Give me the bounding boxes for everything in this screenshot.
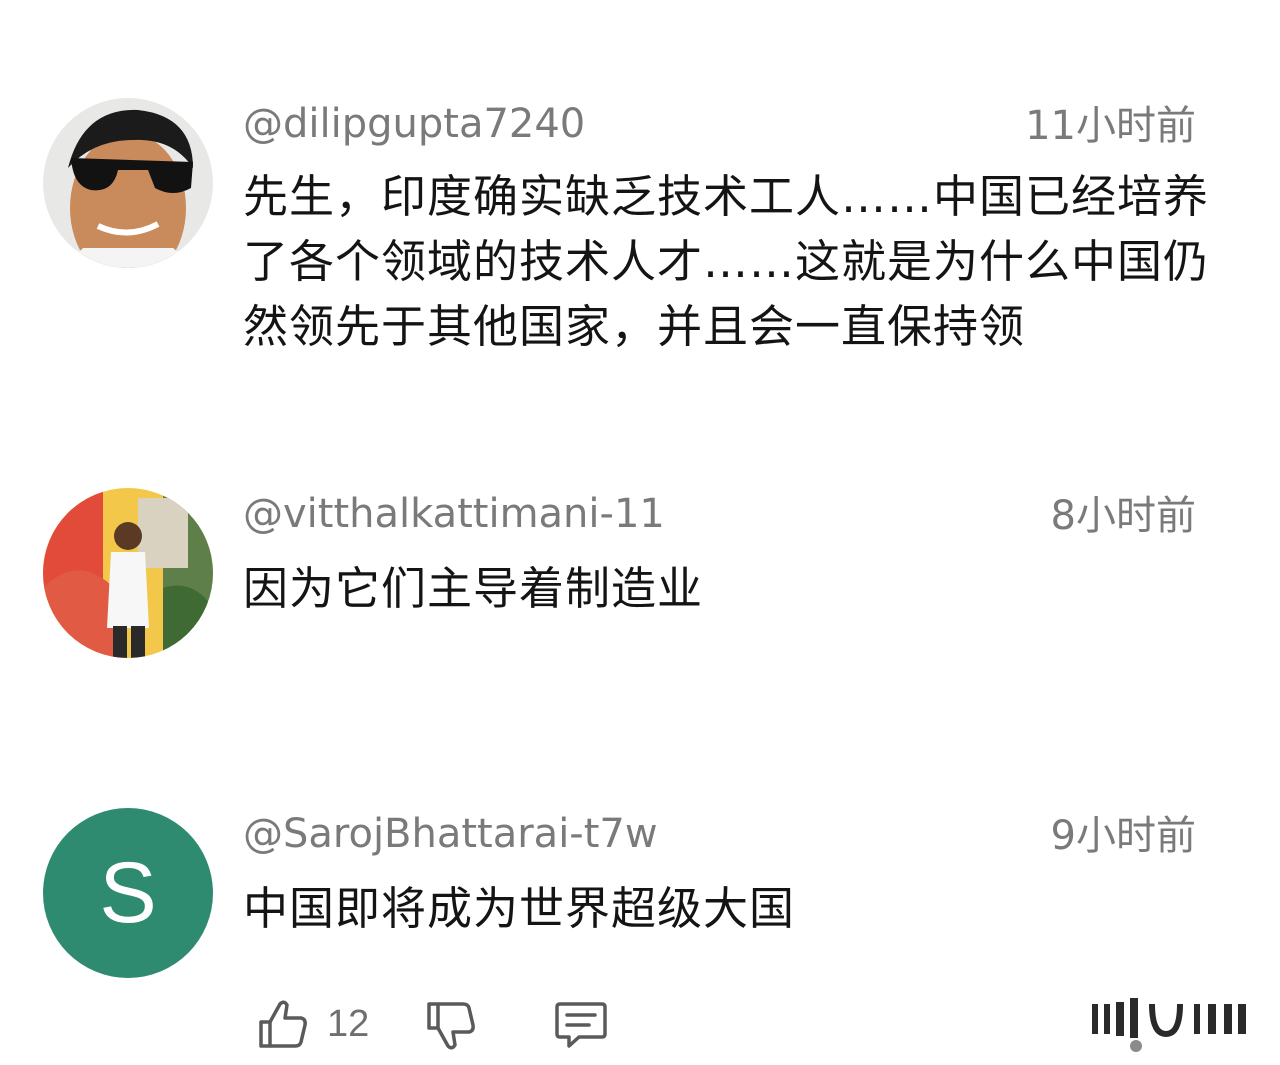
avatar[interactable]	[43, 98, 213, 268]
thumbs-up-icon[interactable]	[255, 996, 311, 1052]
comment-author[interactable]: @SarojBhattarai-t7w	[243, 810, 658, 858]
avatar-letter: S	[99, 844, 157, 941]
comment-text: 先生，印度确实缺乏技术工人……中国已经培养了各个领域的技术人才……这就是为什么中…	[243, 170, 1210, 353]
comment-text: 因为它们主导着制造业	[243, 562, 704, 615]
reply-icon[interactable]	[553, 996, 609, 1052]
comment-timestamp: 11小时前	[1025, 103, 1196, 149]
watermark-icon	[1092, 998, 1246, 1052]
thumbs-down-icon[interactable]	[423, 996, 479, 1052]
avatar[interactable]	[43, 488, 213, 658]
avatar[interactable]: S	[43, 808, 213, 978]
comment-author[interactable]: @dilipgupta7240	[243, 100, 585, 148]
comment-action-bar: 12	[255, 992, 609, 1056]
comment-timestamp: 8小时前	[1050, 493, 1196, 539]
comment-list: @dilipgupta7240 11小时前 先生，印度确实缺乏技术工人……中国已…	[0, 0, 1280, 1065]
like-count: 12	[327, 1002, 370, 1045]
comment-text: 中国即将成为世界超级大国	[243, 882, 796, 935]
comment-author[interactable]: @vitthalkattimani-11	[243, 490, 665, 538]
comment-timestamp: 9小时前	[1050, 813, 1196, 859]
